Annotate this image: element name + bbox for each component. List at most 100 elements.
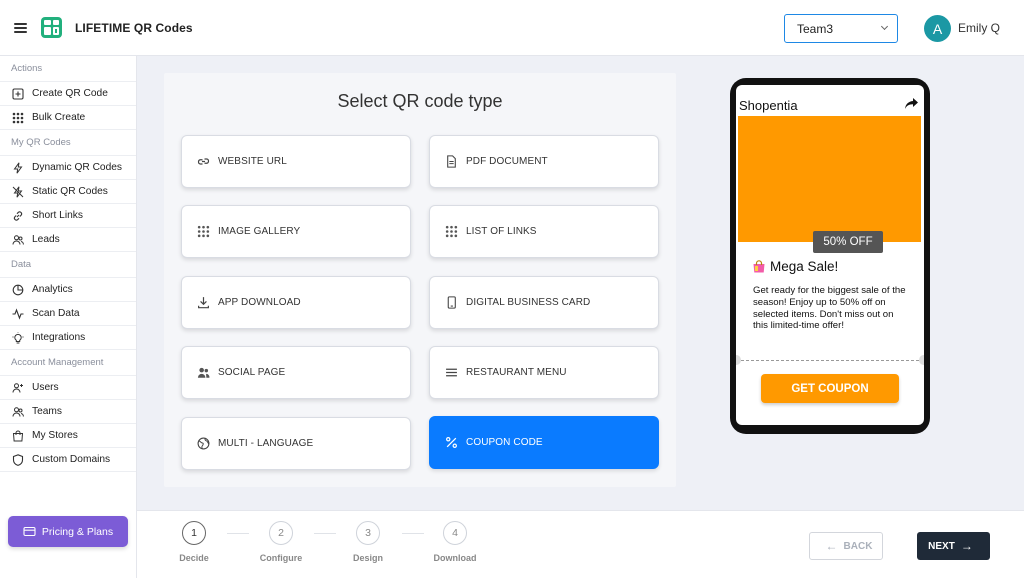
sidebar-item-label: Teams — [32, 406, 63, 417]
preview-sale-description: Get ready for the biggest sale of the se… — [753, 285, 906, 332]
preview-shop-name: Shopentia — [739, 98, 798, 113]
step-number: 2 — [269, 521, 293, 545]
step-configure[interactable]: 2 Configure — [251, 521, 311, 563]
sidebar-item-static-qr-codes[interactable]: Static QR Codes — [0, 180, 136, 204]
sidebar-item-create-qr-code[interactable]: Create QR Code — [0, 82, 136, 106]
sidebar-item-leads[interactable]: Leads — [0, 228, 136, 252]
chevron-down-icon — [880, 22, 889, 31]
discount-badge: 50% OFF — [813, 231, 883, 253]
sidebar-item-label: Integrations — [32, 332, 86, 343]
qr-type-label: DIGITAL BUSINESS CARD — [466, 297, 591, 308]
sidebar-item-label: Custom Domains — [32, 454, 111, 465]
step-number: 1 — [182, 521, 206, 545]
shield-icon — [12, 453, 24, 466]
qr-type-label: APP DOWNLOAD — [218, 297, 301, 308]
preview-banner-image — [738, 116, 921, 242]
sidebar: Actions Create QR Code Bulk Create My QR… — [0, 56, 137, 578]
team-select-value: Team3 — [797, 21, 834, 36]
sidebar-section-account-management: Account Management — [0, 350, 136, 376]
link-icon — [197, 155, 210, 168]
sidebar-item-analytics[interactable]: Analytics — [0, 278, 136, 302]
next-button-label: NEXT — [928, 540, 955, 552]
store-icon — [12, 430, 24, 442]
pricing-plans-button[interactable]: Pricing & Plans — [8, 516, 128, 547]
sidebar-item-label: Scan Data — [32, 308, 80, 319]
sidebar-item-label: Static QR Codes — [32, 186, 108, 197]
sidebar-item-users[interactable]: Users — [0, 376, 136, 400]
step-label: Download — [433, 553, 477, 563]
qr-type-app-download[interactable]: APP DOWNLOAD — [181, 276, 411, 329]
sidebar-item-label: Leads — [32, 234, 60, 245]
step-label: Configure — [259, 553, 303, 563]
wizard-footer: 1 Decide 2 Configure 3 Design 4 Download… — [137, 510, 1024, 578]
download-icon — [197, 296, 210, 309]
sidebar-item-teams[interactable]: Teams — [0, 400, 136, 424]
sidebar-item-label: Analytics — [32, 284, 73, 295]
qr-type-digital-business-card[interactable]: DIGITAL BUSINESS CARD — [429, 276, 659, 329]
sidebar-item-scan-data[interactable]: Scan Data — [0, 302, 136, 326]
qr-type-label: MULTI - LANGUAGE — [218, 438, 314, 449]
step-label: Design — [352, 553, 383, 563]
document-icon — [445, 155, 458, 168]
back-button[interactable]: ← BACK — [809, 532, 883, 560]
lightning-off-icon — [12, 186, 24, 198]
grid-icon — [445, 225, 458, 238]
qr-type-label: SOCIAL PAGE — [218, 367, 286, 378]
qr-type-website-url[interactable]: WEBSITE URL — [181, 135, 411, 188]
qr-type-image-gallery[interactable]: IMAGE GALLERY — [181, 205, 411, 258]
arrow-left-icon: ← — [825, 539, 838, 553]
sidebar-item-integrations[interactable]: Integrations — [0, 326, 136, 350]
qr-type-list-of-links[interactable]: LIST OF LINKS — [429, 205, 659, 258]
share-icon — [905, 98, 918, 109]
qr-type-coupon-code[interactable]: COUPON CODE — [429, 416, 659, 469]
qr-type-social-page[interactable]: SOCIAL PAGE — [181, 346, 411, 399]
sidebar-item-my-stores[interactable]: My Stores — [0, 424, 136, 448]
step-number: 4 — [443, 521, 467, 545]
activity-icon — [12, 307, 24, 320]
page-title: Select QR code type — [337, 91, 503, 111]
coupon-notch-right — [919, 355, 924, 365]
phone-icon — [445, 296, 458, 309]
link-icon — [12, 210, 24, 222]
step-design[interactable]: 3 Design — [338, 521, 398, 563]
qr-type-panel: Select QR code type WEBSITE URL PDF DOCU… — [164, 73, 676, 487]
pie-chart-icon — [12, 284, 24, 296]
lightning-icon — [12, 162, 24, 174]
step-decide[interactable]: 1 Decide — [164, 521, 224, 563]
sidebar-item-short-links[interactable]: Short Links — [0, 204, 136, 228]
sidebar-item-dynamic-qr-codes[interactable]: Dynamic QR Codes — [0, 156, 136, 180]
step-connector — [402, 533, 424, 534]
step-number: 3 — [356, 521, 380, 545]
qr-type-multi-language[interactable]: MULTI - LANGUAGE — [181, 417, 411, 470]
avatar-initial: A — [932, 20, 943, 37]
team-select[interactable]: Team3 — [784, 14, 898, 43]
get-coupon-button[interactable]: GET COUPON — [761, 374, 899, 403]
pricing-plans-label: Pricing & Plans — [41, 525, 114, 538]
grid-icon — [12, 112, 24, 124]
qr-type-label: WEBSITE URL — [218, 156, 287, 167]
top-header: LIFETIME QR Codes Team3 A Emily Q — [0, 0, 1024, 56]
next-button[interactable]: NEXT → — [917, 532, 990, 560]
qr-type-restaurant-menu[interactable]: RESTAURANT MENU — [429, 346, 659, 399]
bulb-icon — [12, 331, 24, 344]
sidebar-item-label: Bulk Create — [32, 112, 86, 123]
users-icon — [12, 406, 24, 418]
arrow-right-icon: → — [960, 539, 973, 553]
sidebar-item-label: Create QR Code — [32, 88, 108, 99]
sidebar-item-bulk-create[interactable]: Bulk Create — [0, 106, 136, 130]
qr-type-pdf-document[interactable]: PDF DOCUMENT — [429, 135, 659, 188]
preview-sale-title-text: Mega Sale! — [770, 259, 839, 274]
percent-icon — [445, 436, 458, 449]
user-name[interactable]: Emily Q — [958, 21, 1000, 35]
qr-type-label: COUPON CODE — [466, 437, 543, 448]
step-download[interactable]: 4 Download — [425, 521, 485, 563]
shopping-bag-icon — [753, 260, 765, 273]
hamburger-menu-icon[interactable] — [0, 0, 40, 56]
user-plus-icon — [12, 382, 24, 394]
sidebar-item-label: Users — [32, 382, 59, 393]
users-icon — [197, 366, 210, 379]
sidebar-item-custom-domains[interactable]: Custom Domains — [0, 448, 136, 472]
qr-type-label: PDF DOCUMENT — [466, 156, 548, 167]
avatar[interactable]: A — [924, 15, 951, 42]
globe-icon — [197, 437, 210, 450]
